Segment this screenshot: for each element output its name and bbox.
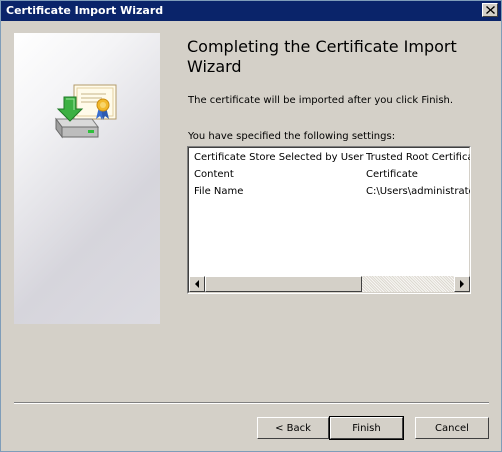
close-icon <box>486 6 495 14</box>
list-item[interactable]: Certificate Store Selected by User Trust… <box>189 150 470 166</box>
window-title: Certificate Import Wizard <box>6 4 164 17</box>
settings-label: You have specified the following setting… <box>188 131 396 142</box>
close-button[interactable] <box>482 3 498 17</box>
cancel-button[interactable]: Cancel <box>415 417 489 439</box>
settings-list-frame: Certificate Store Selected by User Trust… <box>188 147 470 293</box>
certificate-import-icon <box>55 84 117 139</box>
finish-button[interactable]: Finish <box>329 416 404 440</box>
scroll-left-arrow-icon <box>195 280 199 288</box>
certificate-import-wizard-window: Certificate Import Wizard Completing the… <box>0 0 502 452</box>
setting-value: Trusted Root Certificat <box>366 152 470 163</box>
settings-list[interactable]: Certificate Store Selected by User Trust… <box>187 146 471 294</box>
back-button[interactable]: < Back <box>257 417 329 439</box>
footer-divider <box>14 402 489 404</box>
setting-key: Content <box>194 169 234 180</box>
horizontal-scrollbar[interactable] <box>189 276 470 292</box>
setting-value: C:\Users\administrato <box>366 186 470 197</box>
scroll-left-button[interactable] <box>189 276 205 292</box>
list-item[interactable]: Content Certificate <box>189 167 470 183</box>
setting-value: Certificate <box>366 169 418 180</box>
scroll-right-button[interactable] <box>454 276 470 292</box>
list-item[interactable]: File Name C:\Users\administrato <box>189 184 470 200</box>
scroll-thumb[interactable] <box>205 276 362 292</box>
setting-key: Certificate Store Selected by User <box>194 152 364 163</box>
wizard-side-panel <box>14 33 160 324</box>
setting-key: File Name <box>194 186 244 197</box>
page-title: Completing the Certificate Import Wizard <box>187 37 457 76</box>
title-bar[interactable]: Certificate Import Wizard <box>1 1 501 21</box>
description-text: The certificate will be imported after y… <box>188 95 454 106</box>
scroll-right-arrow-icon <box>460 280 464 288</box>
